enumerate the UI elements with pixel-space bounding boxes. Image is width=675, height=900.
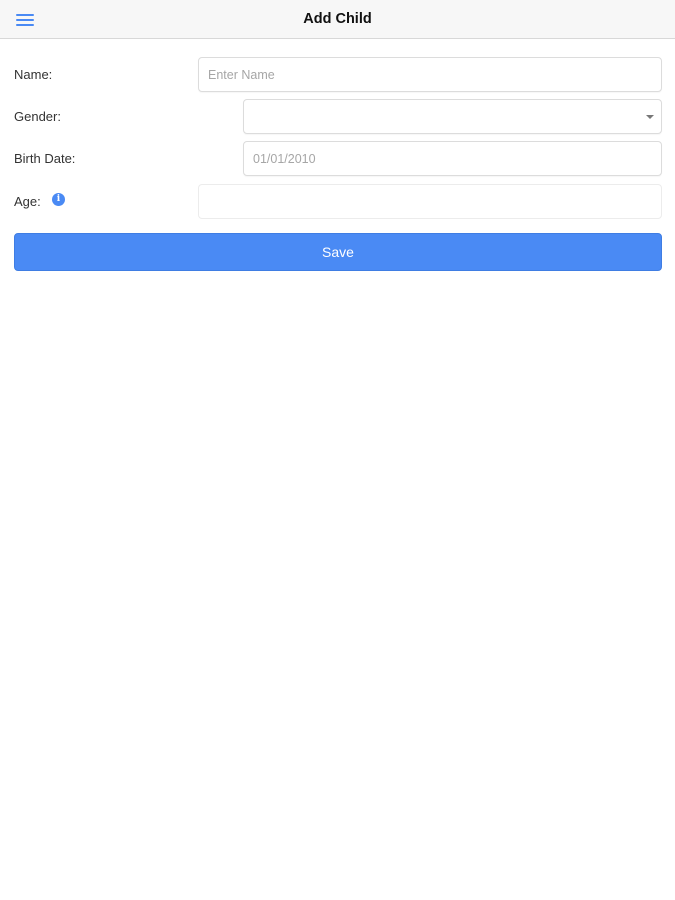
birth-date-label: Birth Date:	[14, 151, 76, 166]
name-label: Name:	[14, 67, 53, 82]
info-icon[interactable]: i	[52, 193, 65, 206]
gender-select-value	[243, 99, 662, 134]
gender-select[interactable]	[243, 99, 662, 134]
birth-date-input[interactable]	[243, 141, 662, 176]
age-label: Age:	[14, 194, 41, 209]
name-input[interactable]	[198, 57, 662, 92]
save-button[interactable]: Save	[14, 233, 662, 271]
navigation-bar: Add Child	[0, 0, 675, 39]
age-input[interactable]	[198, 184, 662, 219]
chevron-down-icon	[646, 115, 654, 119]
page-title: Add Child	[303, 11, 372, 27]
gender-label: Gender:	[14, 109, 61, 124]
